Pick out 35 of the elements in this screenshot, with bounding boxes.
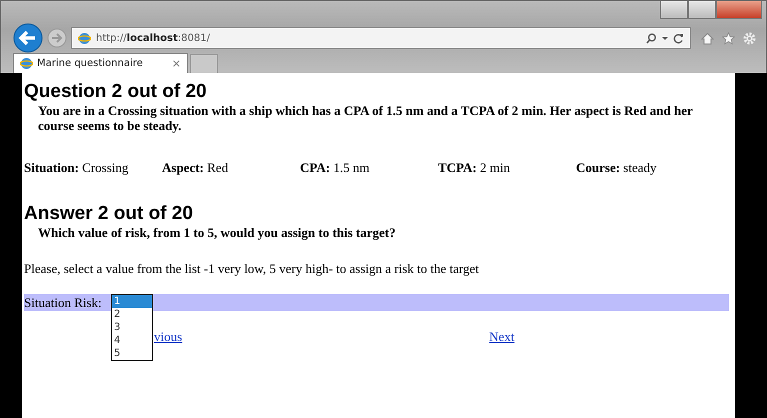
fact-text: TCPA: 2 min — [438, 160, 511, 176]
question-text: You are in a Crossing situation with a ship which has a CPA of 1.5 nm and a TCPA of 2 min. Her aspect is Red and her course seems to be steady. — [38, 103, 694, 133]
dropdown-option[interactable]: 5 — [112, 347, 152, 360]
dropdown-option[interactable]: 1 — [112, 295, 152, 308]
fact-text: CPA: 1.5 nm — [300, 160, 370, 176]
previous-link[interactable]: vious — [154, 329, 182, 345]
refresh-icon[interactable] — [673, 32, 684, 44]
url-text: http://localhost:8081/ — [96, 32, 210, 44]
fact-text: Course: steady — [576, 160, 658, 176]
tab-close-button[interactable]: × — [172, 57, 181, 70]
fact-text: Aspect: Red — [162, 160, 230, 176]
home-icon[interactable] — [701, 32, 714, 44]
risk-label: Situation Risk: — [24, 294, 102, 310]
back-button[interactable] — [13, 23, 43, 53]
globe-icon — [20, 57, 33, 70]
close-button[interactable] — [716, 1, 762, 19]
answer-heading: Answer 2 out of 20 — [24, 203, 194, 225]
answer-question: Which value of risk, from 1 to 5, would you assign to this target? — [38, 225, 397, 240]
next-link[interactable]: Next — [489, 329, 514, 345]
dropdown-option[interactable]: 3 — [112, 321, 152, 334]
globe-icon — [78, 32, 91, 44]
risk-dropdown-list[interactable]: 1 2 3 4 5 — [111, 294, 153, 361]
minimize-button[interactable] — [660, 1, 688, 19]
instruction-text: Please, select a value from the list -1 very low, 5 very high- to assign a risk to the target — [24, 261, 480, 277]
maximize-button[interactable] — [688, 1, 716, 19]
star-icon[interactable] — [722, 32, 735, 44]
dropdown-icon[interactable] — [662, 35, 668, 41]
dropdown-option[interactable]: 2 — [112, 308, 152, 321]
question-heading: Question 2 out of 20 — [24, 81, 208, 103]
address-bar[interactable]: http://localhost:8081/ — [71, 27, 691, 49]
dropdown-option[interactable]: 4 — [112, 334, 152, 347]
settings-icon[interactable] — [743, 32, 756, 44]
search-icon[interactable] — [646, 32, 657, 44]
browser-tab[interactable]: Marine questionnaire × — [13, 53, 188, 73]
fact-text: Situation: Crossing — [24, 160, 130, 176]
